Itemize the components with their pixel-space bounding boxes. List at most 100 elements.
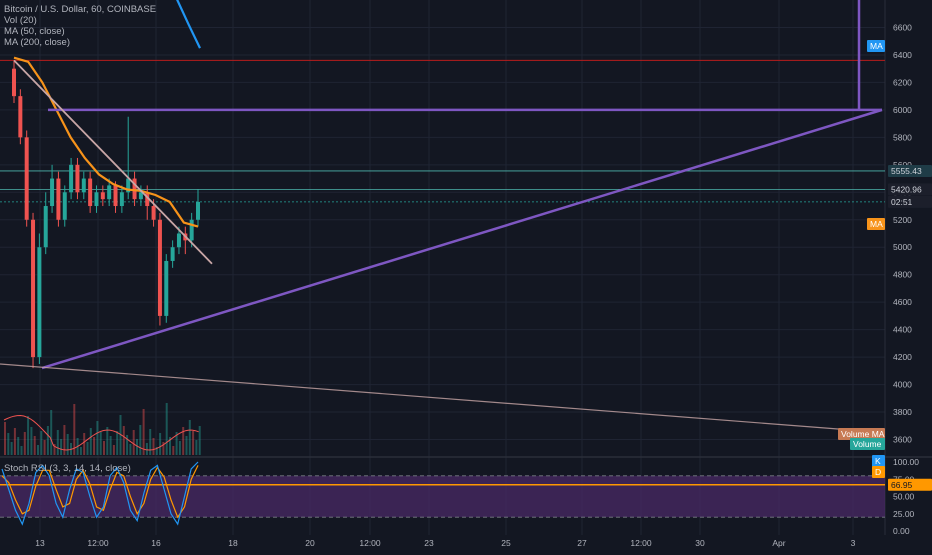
tag-stoch-k: K	[875, 456, 881, 466]
volume-bar-12	[43, 440, 46, 455]
time-tick-7: 25	[501, 538, 511, 548]
tag-5555: 5555.43	[891, 166, 922, 176]
candle-body-9	[69, 164, 74, 193]
symbol-title[interactable]: Bitcoin / U.S. Dollar, 60, COINBASE	[4, 4, 156, 15]
volume-bar-19	[66, 434, 69, 455]
volume-bar-11	[40, 431, 43, 455]
time-tick-9: 12:00	[630, 538, 652, 548]
price-tick-11: 5800	[893, 132, 912, 142]
price-tick-5: 4600	[893, 297, 912, 307]
tag-countdown: 02:51	[891, 197, 913, 207]
price-tick-3: 4200	[893, 352, 912, 362]
volume-bar-17	[60, 439, 63, 455]
candle-body-26	[176, 233, 181, 248]
volume-bar-59	[198, 426, 201, 455]
candle-body-13	[94, 192, 99, 207]
stoch-tick-4: 100.00	[893, 457, 919, 467]
volume-bar-32	[109, 436, 112, 455]
volume-bar-41	[139, 425, 142, 455]
volume-bar-18	[63, 425, 66, 455]
candle-body-8	[62, 192, 67, 220]
volume-bar-2	[10, 442, 13, 455]
candle-body-11	[81, 178, 86, 193]
stoch-tick-1: 25.00	[893, 509, 915, 519]
time-tick-3: 18	[228, 538, 238, 548]
candle-body-25	[170, 247, 175, 261]
candle-body-3	[31, 219, 36, 358]
volume-bar-47	[159, 433, 162, 455]
price-chart[interactable]: 3600380040004200440046004800500052005400…	[0, 0, 932, 550]
time-tick-11: Apr	[772, 538, 785, 548]
volume-bar-26	[89, 428, 92, 455]
candle-body-5	[43, 206, 48, 248]
volume-bar-0	[4, 422, 6, 455]
candle-body-12	[88, 178, 93, 207]
price-tick-7: 5000	[893, 242, 912, 252]
volume-bar-56	[188, 420, 191, 455]
volume-bar-13	[46, 426, 49, 455]
candle-body-4	[37, 247, 42, 358]
time-tick-1: 12:00	[87, 538, 109, 548]
time-tick-10: 30	[695, 538, 705, 548]
volume-bar-4	[17, 437, 20, 455]
volume-bar-8	[30, 427, 33, 455]
volume-bar-16	[56, 430, 59, 455]
volume-bar-10	[37, 445, 39, 455]
volume-bar-27	[93, 437, 96, 455]
volume-bar-5	[20, 446, 23, 455]
stoch-band	[0, 475, 885, 518]
volume-bar-28	[96, 421, 99, 455]
volume-bar-33	[112, 445, 115, 455]
tag-5420: 5420.96	[891, 184, 922, 194]
volume-bar-43	[145, 443, 148, 455]
candle-body-0	[12, 68, 16, 97]
ma50-legend[interactable]: MA (50, close)	[4, 26, 156, 37]
time-tick-2: 16	[151, 538, 161, 548]
volume-bar-57	[192, 431, 195, 455]
price-tick-8: 5200	[893, 215, 912, 225]
volume-bar-3	[13, 428, 16, 455]
chart-legend: Bitcoin / U.S. Dollar, 60, COINBASE Vol …	[4, 4, 156, 48]
time-tick-0: 13	[35, 538, 45, 548]
candle-body-15	[107, 185, 112, 200]
volume-bar-55	[185, 436, 188, 455]
volume-bar-42	[142, 409, 145, 455]
price-tick-12: 6000	[893, 105, 912, 115]
price-tick-4: 4400	[893, 325, 912, 335]
candle-body-7	[56, 178, 61, 220]
volume-bar-9	[33, 436, 36, 455]
volume-bar-39	[132, 430, 135, 455]
volume-bar-36	[122, 426, 125, 455]
tag-volume-ma: Volume MA	[841, 429, 885, 439]
ma200-legend[interactable]: MA (200, close)	[4, 37, 156, 48]
volume-bar-1	[7, 433, 10, 455]
volume-bar-24	[83, 433, 86, 455]
stoch-overbought-oversold-band	[0, 475, 885, 518]
price-tick-2: 4000	[893, 380, 912, 390]
volume-bar-44	[149, 429, 152, 455]
volume-legend[interactable]: Vol (20)	[4, 15, 156, 26]
price-tick-14: 6400	[893, 50, 912, 60]
volume-bar-6	[23, 432, 26, 455]
volume-bar-45	[152, 438, 155, 455]
volume-bar-14	[50, 410, 53, 455]
time-tick-12: 3	[851, 538, 856, 548]
volume-bar-29	[99, 432, 102, 455]
volume-bar-40	[136, 439, 138, 455]
price-tick-15: 6600	[893, 22, 912, 32]
tag-ma50: MA	[870, 219, 883, 229]
stoch-tick-0: 0.00	[893, 526, 910, 536]
candle-body-23	[157, 219, 162, 316]
chart-root[interactable]: 3600380040004200440046004800500052005400…	[0, 0, 932, 550]
candle-body-22	[151, 206, 156, 220]
volume-bar-23	[79, 447, 82, 455]
candle-body-2	[24, 137, 29, 220]
volume-bar-53	[178, 441, 181, 455]
stoch-legend[interactable]: Stoch RSI (3, 3, 14, 14, close)	[4, 463, 131, 474]
price-tick-0: 3600	[893, 435, 912, 445]
time-tick-6: 23	[424, 538, 434, 548]
volume-bar-51	[172, 446, 175, 455]
volume-bar-38	[129, 444, 132, 455]
candle-body-6	[50, 178, 55, 207]
candle-body-1	[18, 96, 23, 138]
